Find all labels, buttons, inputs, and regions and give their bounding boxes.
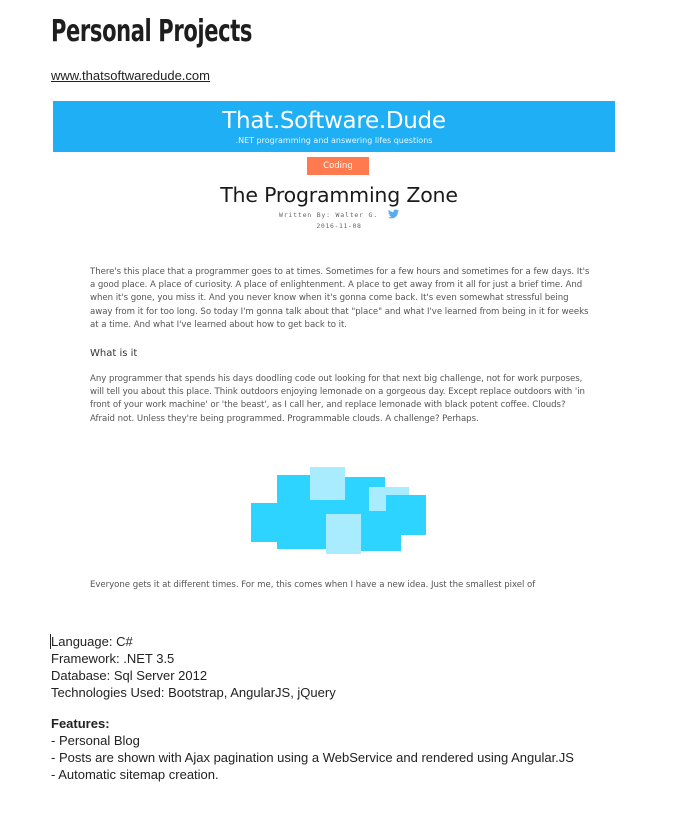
features-heading: Features: (51, 716, 110, 731)
features-section: Features: - Personal Blog - Posts are sh… (51, 715, 574, 783)
project-screenshot: That.Software.Dude .NET programming and … (53, 100, 616, 598)
feature-item: - Posts are shown with Ajax pagination u… (51, 750, 574, 765)
post-paragraph: Everyone gets it at different times. For… (90, 580, 536, 590)
feature-item: - Automatic sitemap creation. (51, 767, 219, 782)
feature-item: - Personal Blog (51, 733, 140, 748)
spec-database: Database: Sql Server 2012 (51, 668, 208, 683)
pixel-cloud-illustration (53, 100, 616, 598)
spec-technologies: Technologies Used: Bootstrap, AngularJS,… (51, 685, 336, 700)
spec-framework: Framework: .NET 3.5 (51, 651, 175, 666)
cloud-block (310, 467, 345, 500)
project-specs[interactable]: Language: C# Framework: .NET 3.5 Databas… (50, 633, 336, 701)
cloud-block (361, 520, 401, 551)
page-title: Personal Projects (51, 14, 253, 49)
spec-language: Language: C# (51, 634, 133, 649)
website-link[interactable]: www.thatsoftwaredude.com (51, 68, 210, 84)
cloud-block (326, 514, 361, 554)
text-caret (50, 634, 51, 649)
